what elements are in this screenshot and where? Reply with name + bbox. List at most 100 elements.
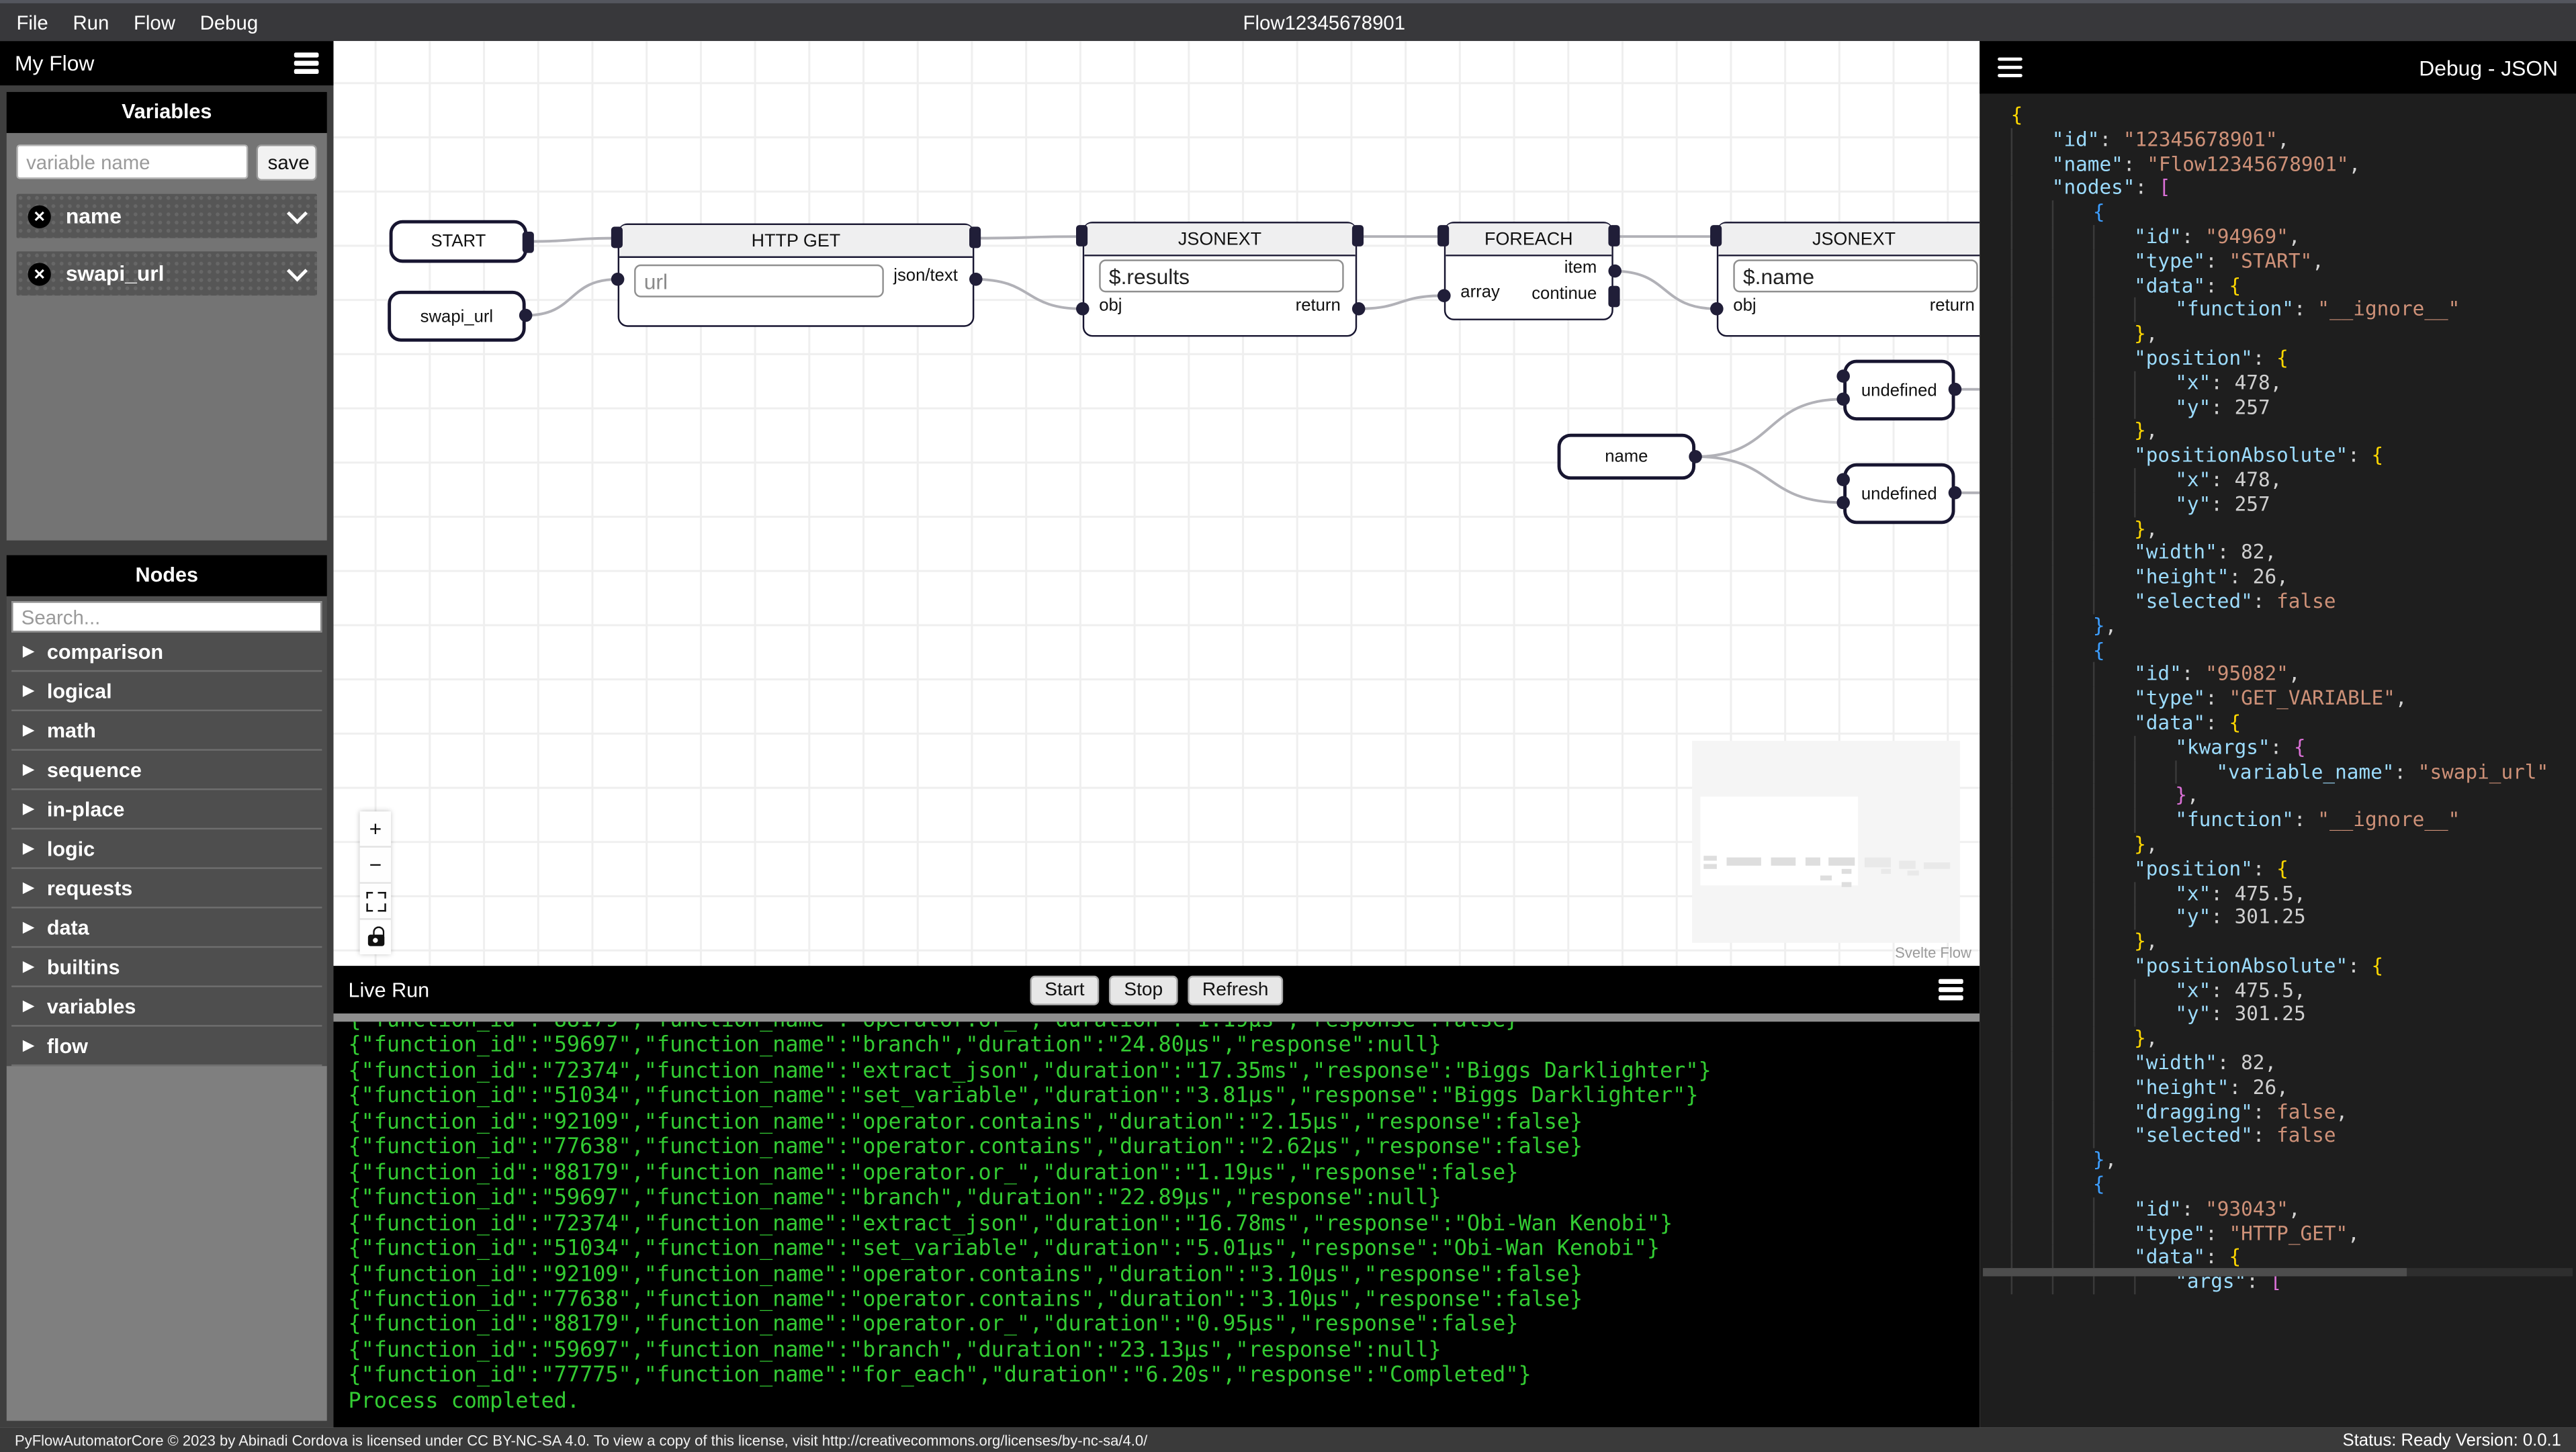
category-logical[interactable]: ▶ logical	[11, 672, 322, 712]
console-line: {"function_id":"88179","function_name":"…	[349, 1022, 1980, 1034]
port-obj[interactable]	[1709, 301, 1723, 315]
zoom-in-button[interactable]: +	[359, 811, 392, 848]
sidebar-menu-icon[interactable]	[294, 52, 319, 74]
lock-button[interactable]	[360, 920, 391, 954]
menu-debug[interactable]: Debug	[200, 11, 259, 34]
variable-row-name[interactable]: ✕ name	[16, 193, 318, 238]
category-variables[interactable]: ▶ variables	[11, 987, 322, 1027]
port-exec[interactable]	[521, 230, 533, 253]
flow-node-foreach[interactable]: FOREACH item array continue	[1436, 222, 1621, 320]
sidebar: My Flow Variables save ✕ name ✕ swapi_url N…	[0, 41, 334, 1428]
category-math[interactable]: ▶ math	[11, 711, 322, 751]
port-array[interactable]	[1436, 288, 1450, 302]
save-variable-button[interactable]: save	[256, 144, 318, 181]
minimap-node	[1841, 882, 1852, 887]
menu-file[interactable]: File	[16, 11, 48, 34]
debug-hscrollbar[interactable]	[1983, 1268, 2573, 1277]
stop-button[interactable]: Stop	[1109, 974, 1178, 1005]
flow-node-jsonext-name[interactable]: JSONEXT obj return	[1709, 222, 1980, 337]
port-exec[interactable]	[611, 226, 623, 248]
port-exec[interactable]	[1075, 225, 1088, 246]
flow-node-swapi-url[interactable]: swapi_url	[388, 290, 533, 342]
flow-node-jsonext-results[interactable]: JSONEXT obj return	[1075, 222, 1365, 337]
category-sequence[interactable]: ▶ sequence	[11, 751, 322, 790]
json-line: "x": 478,	[2010, 467, 2576, 493]
console-line: {"function_id":"92109","function_name":"…	[348, 1109, 1583, 1135]
port-item[interactable]	[1607, 263, 1621, 277]
console-scrollbar[interactable]	[333, 1013, 1980, 1022]
status-bar: PyFlowAutomatorCore © 2023 by Abinadi Co…	[0, 1427, 2576, 1452]
flow-node-undefined-2[interactable]: undefined	[1836, 463, 1962, 525]
port-obj[interactable]	[1075, 301, 1089, 315]
node-input[interactable]	[1099, 259, 1344, 293]
json-line: "kwargs": {	[2010, 735, 2576, 760]
port-circle[interactable]	[1948, 486, 1962, 500]
variable-name-label: swapi_url	[65, 261, 165, 286]
node-search-input[interactable]	[11, 601, 322, 633]
start-button[interactable]: Start	[1030, 974, 1100, 1005]
category-logic[interactable]: ▶ logic	[11, 829, 322, 869]
node-input[interactable]	[634, 264, 884, 298]
port-circle[interactable]	[519, 308, 533, 322]
category-comparison[interactable]: ▶ comparison	[11, 633, 322, 672]
minimap[interactable]	[1692, 741, 1960, 943]
edge	[525, 277, 618, 317]
menu-run[interactable]: Run	[73, 11, 109, 34]
menu-flow[interactable]: Flow	[134, 11, 175, 34]
flow-title-bar: My Flow	[0, 41, 334, 86]
port-exec[interactable]	[1437, 225, 1450, 246]
category-requests[interactable]: ▶ requests	[11, 869, 322, 909]
expand-arrow-icon: ▶	[23, 879, 34, 896]
json-line: "selected": false	[2010, 589, 2576, 615]
chevron-down-icon[interactable]	[286, 203, 308, 224]
console-line: {"function_id":"77638","function_name":"…	[348, 1135, 1583, 1161]
flow-node-start[interactable]: START	[389, 220, 533, 263]
json-line: "type": "GET_VARIABLE",	[2010, 686, 2576, 711]
flow-node-name[interactable]: name	[1557, 433, 1702, 480]
node-input[interactable]	[1733, 259, 1978, 293]
flow-canvas[interactable]: START swapi_url HTTP GET json/text JSONEXT ob…	[333, 41, 1980, 966]
port-circle[interactable]	[1689, 450, 1702, 463]
fit-view-button[interactable]	[359, 884, 392, 920]
variable-row-swapi_url[interactable]: ✕ swapi_url	[16, 251, 318, 296]
category-label: sequence	[46, 758, 142, 781]
delete-variable-icon[interactable]: ✕	[28, 204, 51, 228]
port-exec[interactable]	[969, 226, 981, 248]
variable-name-input[interactable]	[16, 144, 249, 179]
console-line: {"function_id":"77775","function_name":"…	[348, 1363, 1531, 1389]
console-line: {"function_id":"92109","function_name":"…	[348, 1262, 1583, 1287]
port-exec[interactable]	[1351, 225, 1364, 246]
debug-menu-icon[interactable]	[1998, 56, 2023, 78]
port-json/text[interactable]	[968, 271, 982, 285]
edge	[1695, 455, 1844, 504]
edge	[974, 235, 1083, 240]
flow-node-undefined-1[interactable]: undefined	[1836, 359, 1962, 421]
category-label: in-place	[46, 797, 125, 821]
json-line: "id": "93043",	[2010, 1197, 2576, 1222]
chevron-down-icon[interactable]	[286, 261, 308, 282]
port-exec[interactable]	[1710, 225, 1722, 246]
json-line: "position": {	[2010, 856, 2576, 882]
port-continue[interactable]	[1608, 285, 1620, 308]
flow-node-http-get[interactable]: HTTP GET json/text	[610, 223, 982, 327]
port-exec[interactable]	[1608, 225, 1620, 246]
delete-variable-icon[interactable]: ✕	[28, 262, 51, 285]
category-data[interactable]: ▶ data	[11, 909, 322, 948]
port-return[interactable]	[1351, 301, 1365, 315]
port-circle[interactable]	[610, 271, 624, 285]
port-circle[interactable]	[1836, 473, 1850, 486]
port-circle[interactable]	[1836, 369, 1850, 383]
category-builtins[interactable]: ▶ builtins	[11, 948, 322, 987]
zoom-out-button[interactable]: −	[359, 848, 392, 884]
json-line: "data": {	[2010, 1246, 2576, 1271]
port-circle[interactable]	[1948, 382, 1962, 396]
category-in-place[interactable]: ▶ in-place	[11, 790, 322, 830]
debug-header: Debug - JSON	[1980, 41, 2576, 94]
refresh-button[interactable]: Refresh	[1187, 974, 1284, 1005]
port-circle[interactable]	[1836, 392, 1850, 406]
expand-arrow-icon: ▶	[23, 642, 34, 660]
live-run-menu-icon[interactable]	[1939, 979, 1963, 1000]
category-flow[interactable]: ▶ flow	[11, 1027, 322, 1067]
json-line: },	[2010, 832, 2576, 857]
port-circle[interactable]	[1836, 496, 1850, 510]
